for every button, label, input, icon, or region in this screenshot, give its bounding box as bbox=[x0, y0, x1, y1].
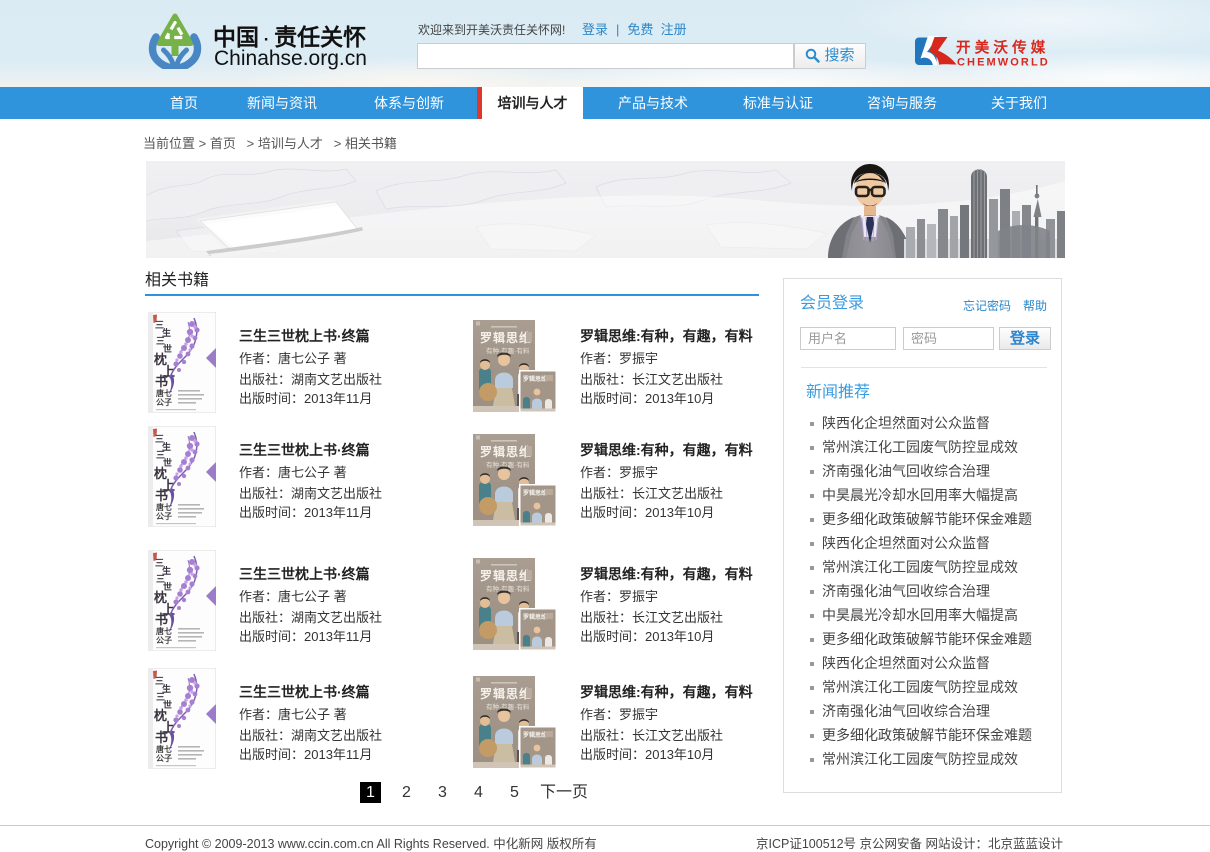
svg-text:CHEMWORLD: CHEMWORLD bbox=[957, 57, 1050, 68]
svg-text:开美沃传媒: 开美沃传媒 bbox=[956, 39, 1050, 57]
